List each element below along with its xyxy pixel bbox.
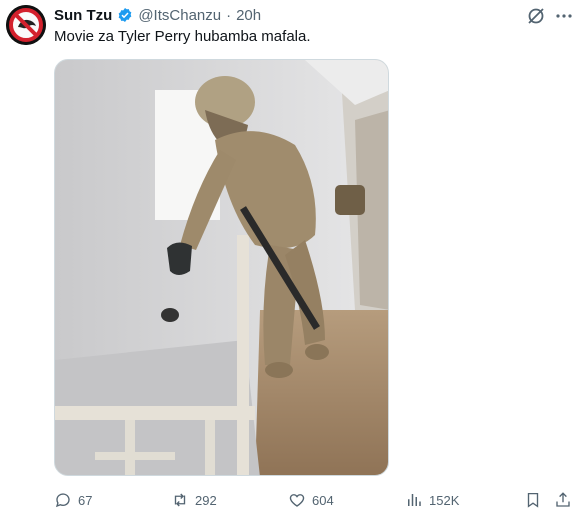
analytics-icon xyxy=(408,494,421,506)
author-handle[interactable]: @ItsChanzu xyxy=(138,7,221,24)
reply-count: 67 xyxy=(78,492,93,508)
tweet-text: Movie za Tyler Perry hubamba mafala. xyxy=(54,28,311,45)
photo-icon xyxy=(55,60,388,475)
action-bar: 67 292 604 152K xyxy=(54,490,574,510)
share-icon xyxy=(556,492,570,507)
views-button[interactable]: 152K xyxy=(405,490,459,510)
bookmark-icon xyxy=(527,492,539,508)
view-count: 152K xyxy=(429,492,460,508)
author-name[interactable]: Sun Tzu xyxy=(54,7,112,24)
like-count: 604 xyxy=(312,492,334,508)
tweet-photo[interactable] xyxy=(54,59,389,476)
verified-badge-icon xyxy=(118,8,132,22)
share-button[interactable] xyxy=(554,490,572,510)
tweet-header: Sun Tzu @ItsChanzu · 20h xyxy=(54,5,261,25)
more-options-icon[interactable] xyxy=(554,6,574,26)
bookmark-button[interactable] xyxy=(524,490,542,510)
like-button[interactable]: 604 xyxy=(288,490,334,510)
reply-button[interactable]: 67 xyxy=(54,490,92,510)
heart-icon xyxy=(289,494,305,507)
reply-icon xyxy=(55,493,70,508)
repost-count: 292 xyxy=(195,492,217,508)
grok-icon[interactable] xyxy=(526,6,546,26)
repost-button[interactable]: 292 xyxy=(171,490,217,510)
timestamp[interactable]: 20h xyxy=(236,7,261,24)
tweet[interactable]: Sun Tzu @ItsChanzu · 20h Movie za Tyler … xyxy=(0,0,583,526)
avatar[interactable] xyxy=(6,5,46,45)
repost-icon xyxy=(174,493,186,507)
separator-dot: · xyxy=(226,6,232,24)
no-entry-logo-icon xyxy=(6,5,46,45)
